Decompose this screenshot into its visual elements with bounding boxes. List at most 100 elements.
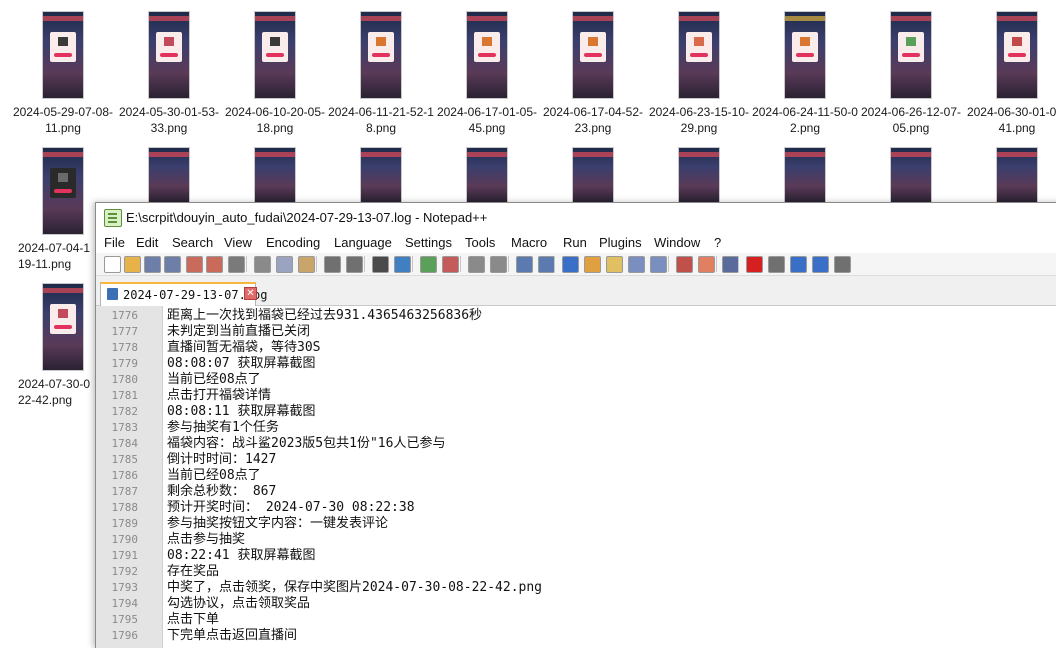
file-item[interactable]: 2024-05-29-07-08-11.png [10,12,116,136]
zoom-out-icon[interactable] [442,256,459,273]
file-item[interactable]: 2024-05-30-01-53-33.png [116,12,222,136]
menu-file[interactable]: File [104,235,125,250]
line-number: 1795 [111,613,139,626]
folder-workspace-icon[interactable] [676,256,693,273]
text-editor[interactable]: 1776 距离上一次找到福袋已经过去931.4365463256836秒 1777 未… [96,306,1056,648]
record-macro-icon[interactable] [746,256,763,273]
menu-plugins[interactable]: Plugins [599,235,642,250]
file-item[interactable]: 2024-06-17-01-05-45.png [434,12,540,136]
paste-icon[interactable] [298,256,315,273]
image-thumbnail [255,12,295,98]
line-text: 中奖了，点击领奖，保存中奖图片2024-07-30-08-22-42.png [167,580,543,595]
image-thumbnail [467,12,507,98]
new-file-icon[interactable] [104,256,121,273]
line-number: 1794 [111,597,139,610]
menu-window[interactable]: Window [654,235,700,250]
file-name: 2024-06-26-12-07-05.png [860,105,962,135]
user-language-icon[interactable] [584,256,601,273]
monitoring-icon[interactable] [722,256,739,273]
notepad-plus-plus-window: E:\scrpit\douyin_auto_fudai\2024-07-29-1… [95,202,1056,648]
line-number: 1777 [111,325,139,338]
show-all-chars-icon[interactable] [538,256,555,273]
close-all-icon[interactable] [206,256,223,273]
doc-map-icon[interactable] [606,256,623,273]
file-item[interactable]: 2024-06-17-04-52-23.png [540,12,646,136]
line-text: 剩余总秒数： 867 [167,484,277,499]
image-thumbnail [891,12,931,98]
line-number: 1788 [111,501,139,514]
toolbar-separator [246,256,247,272]
file-item[interactable]: 2024-06-10-20-05-18.png [222,12,328,136]
toolbar [96,253,1056,276]
image-thumbnail [679,12,719,98]
copy-icon[interactable] [276,256,293,273]
toolbar-separator [364,256,365,272]
save-all-icon[interactable] [164,256,181,273]
sync-horizontal-icon[interactable] [490,256,507,273]
redo-icon[interactable] [346,256,363,273]
undo-icon[interactable] [324,256,341,273]
line-number: 1792 [111,565,139,578]
open-file-icon[interactable] [124,256,141,273]
save-icon[interactable] [144,256,161,273]
file-name: 2024-07-30-0 22-42.png [18,377,91,407]
file-name: 2024-06-11-21-52-18.png [328,105,434,135]
run-macro-multiple-icon[interactable] [812,256,829,273]
cut-icon[interactable] [254,256,271,273]
tab-bar: 2024-07-29-13-07.log ✕ [96,276,1056,307]
sync-vertical-icon[interactable] [468,256,485,273]
menu-tools[interactable]: Tools [465,235,495,250]
image-thumbnail [997,12,1037,98]
function-list-icon[interactable] [628,256,645,273]
file-item[interactable]: 2024-06-30-01-01-41.png [964,12,1056,136]
image-thumbnail [43,284,83,370]
menu-edit[interactable]: Edit [136,235,158,250]
line-text: 未判定到当前直播已关闭 [167,324,311,339]
project-panel-icon[interactable] [698,256,715,273]
image-thumbnail [679,148,719,202]
title-bar[interactable]: E:\scrpit\douyin_auto_fudai\2024-07-29-1… [96,203,1056,231]
close-icon[interactable] [186,256,203,273]
line-text: 点击参与抽奖 [167,532,246,547]
file-item[interactable]: 2024-06-23-15-10-29.png [646,12,752,136]
menu-help[interactable]: ? [714,235,721,250]
line-number: 1776 [111,309,139,322]
menu-language[interactable]: Language [334,235,392,250]
line-number: 1781 [111,389,139,402]
file-name: 2024-05-29-07-08-11.png [12,105,114,135]
menu-search[interactable]: Search [172,235,213,250]
file-name: 2024-07-04-1 19-11.png [18,241,91,271]
save-macro-icon[interactable] [834,256,851,273]
play-macro-icon[interactable] [790,256,807,273]
menu-macro[interactable]: Macro [511,235,547,250]
image-thumbnail [997,148,1037,202]
menu-encoding[interactable]: Encoding [266,235,320,250]
word-wrap-icon[interactable] [516,256,533,273]
image-thumbnail [43,148,83,234]
menu-bar: File Edit Search View Encoding Language … [96,231,1056,253]
line-text: 福袋内容：战斗鲨2023版5包共1份"16人已参与 [167,436,446,451]
toolbar-separator [316,256,317,272]
stop-macro-icon[interactable] [768,256,785,273]
line-text: 直播间暂无福袋，等待30S [167,340,321,355]
image-thumbnail [785,148,825,202]
file-item[interactable]: 2024-06-24-11-50-02.png [752,12,858,136]
tab-log-file[interactable]: 2024-07-29-13-07.log ✕ [100,282,268,307]
line-number: 1785 [111,453,139,466]
file-item[interactable]: 2024-06-11-21-52-18.png [328,12,434,136]
print-icon[interactable] [228,256,245,273]
clipboard-history-icon[interactable] [650,256,667,273]
toolbar-separator [460,256,461,272]
line-text: 参与抽奖有1个任务 [167,420,279,435]
file-item[interactable]: 2024-06-26-12-07-05.png [858,12,964,136]
menu-run[interactable]: Run [563,235,587,250]
line-number: 1796 [111,629,139,642]
file-name: 2024-06-30-01-01-41.png [966,105,1056,135]
zoom-in-icon[interactable] [420,256,437,273]
close-icon[interactable]: ✕ [244,287,257,300]
indent-guide-icon[interactable] [562,256,579,273]
replace-icon[interactable] [394,256,411,273]
find-icon[interactable] [372,256,389,273]
menu-settings[interactable]: Settings [405,235,452,250]
menu-view[interactable]: View [224,235,252,250]
